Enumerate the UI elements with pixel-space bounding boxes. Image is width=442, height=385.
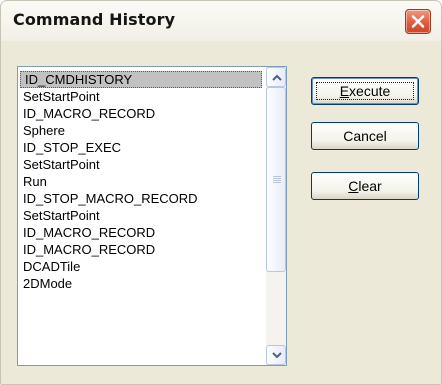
execute-label: Execute xyxy=(339,83,391,99)
list-item[interactable]: ID_CMDHISTORY xyxy=(20,71,262,88)
scroll-down-button[interactable] xyxy=(266,345,286,365)
command-history-list[interactable]: ID_CMDHISTORY SetStartPoint ID_MACRO_REC… xyxy=(17,66,287,366)
clear-button[interactable]: Clear xyxy=(311,172,419,200)
scroll-up-button[interactable] xyxy=(266,67,286,87)
list-item[interactable]: ID_STOP_EXEC xyxy=(18,139,264,156)
title-bar[interactable]: Command History xyxy=(1,1,441,41)
execute-button[interactable]: Execute xyxy=(311,77,419,105)
scroll-thumb[interactable] xyxy=(266,87,286,272)
chevron-down-icon xyxy=(272,352,282,359)
close-button[interactable] xyxy=(405,9,431,34)
dialog-body: ID_CMDHISTORY SetStartPoint ID_MACRO_REC… xyxy=(5,41,437,381)
list-item[interactable]: 2DMode xyxy=(18,275,264,292)
list-item[interactable]: ID_MACRO_RECORD xyxy=(18,241,264,258)
list-item[interactable]: Sphere xyxy=(18,122,264,139)
list-item[interactable]: SetStartPoint xyxy=(18,88,264,105)
clear-label: Clear xyxy=(348,178,382,194)
cancel-button[interactable]: Cancel xyxy=(311,122,419,150)
cancel-label: Cancel xyxy=(343,128,387,144)
chevron-up-icon xyxy=(272,74,282,81)
list-items: ID_CMDHISTORY SetStartPoint ID_MACRO_REC… xyxy=(18,67,266,365)
list-item[interactable]: DCADTile xyxy=(18,258,264,275)
list-item[interactable]: Run xyxy=(18,173,264,190)
list-item[interactable]: ID_STOP_MACRO_RECORD xyxy=(18,190,264,207)
window-title: Command History xyxy=(13,10,176,29)
vertical-scrollbar[interactable] xyxy=(266,67,286,365)
list-item[interactable]: SetStartPoint xyxy=(18,207,264,224)
command-history-dialog: Command History ID_CMDHISTORY SetStartPo… xyxy=(0,0,442,385)
list-item[interactable]: ID_MACRO_RECORD xyxy=(18,224,264,241)
list-item[interactable]: ID_MACRO_RECORD xyxy=(18,105,264,122)
list-item[interactable]: SetStartPoint xyxy=(18,156,264,173)
close-icon xyxy=(411,15,425,28)
